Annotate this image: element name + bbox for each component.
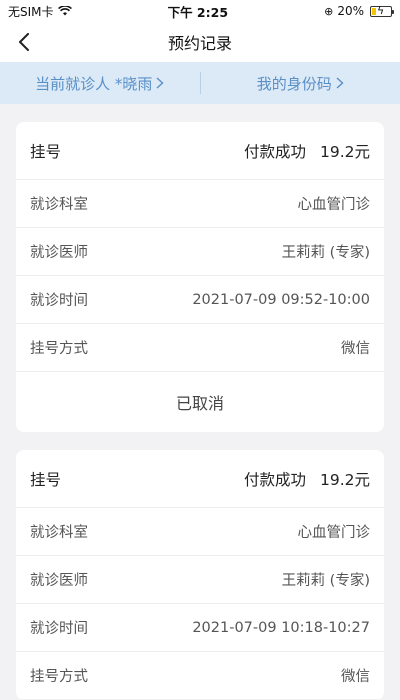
row-value: 2021-07-09 09:52-10:00 bbox=[192, 291, 370, 308]
row-label: 就诊科室 bbox=[30, 525, 88, 541]
chevron-right-icon bbox=[336, 77, 344, 89]
row-label: 就诊科室 bbox=[30, 197, 88, 213]
appointment-list: 挂号 付款成功 19.2元 就诊科室 心血管门诊 就诊医师 王莉莉 (专家) 就… bbox=[0, 122, 400, 700]
detail-row-method: 挂号方式 微信 bbox=[16, 652, 384, 700]
back-button[interactable] bbox=[12, 30, 36, 54]
row-label: 就诊医师 bbox=[30, 245, 88, 261]
detail-row-doctor: 就诊医师 王莉莉 (专家) bbox=[16, 556, 384, 604]
appointment-card[interactable]: 挂号 付款成功 19.2元 就诊科室 心血管门诊 就诊医师 王莉莉 (专家) 就… bbox=[16, 122, 384, 432]
my-id-code-button[interactable]: 我的身份码 bbox=[201, 62, 400, 104]
row-value: 心血管门诊 bbox=[297, 525, 371, 541]
appointment-type: 挂号 bbox=[30, 142, 62, 161]
status-left: 无SIM卡 bbox=[8, 3, 72, 20]
detail-row-method: 挂号方式 微信 bbox=[16, 324, 384, 372]
row-value: 王莉莉 (专家) bbox=[281, 573, 370, 589]
status-right: ⊕ 20% ϟ bbox=[324, 4, 394, 18]
chevron-right-icon bbox=[156, 77, 164, 89]
payment-status: 付款成功 19.2元 bbox=[244, 140, 370, 162]
card-header: 挂号 付款成功 19.2元 bbox=[16, 122, 384, 180]
current-patient-label: 当前就诊人 *晓雨 bbox=[35, 74, 153, 93]
my-id-code-label: 我的身份码 bbox=[256, 74, 332, 93]
chevron-left-icon bbox=[19, 33, 29, 51]
status-bar: 无SIM卡 下午 2:25 ⊕ 20% ϟ bbox=[0, 0, 400, 22]
detail-row-doctor: 就诊医师 王莉莉 (专家) bbox=[16, 228, 384, 276]
payment-status: 付款成功 19.2元 bbox=[244, 468, 370, 490]
row-value: 心血管门诊 bbox=[297, 197, 371, 213]
nav-bar: 预约记录 bbox=[0, 22, 400, 62]
row-value: 微信 bbox=[341, 669, 370, 685]
row-label: 挂号方式 bbox=[30, 669, 88, 685]
battery-icon: ϟ bbox=[369, 4, 394, 17]
detail-row-time: 就诊时间 2021-07-09 10:18-10:27 bbox=[16, 604, 384, 652]
carrier-text: 无SIM卡 bbox=[8, 4, 54, 19]
status-text: 付款成功 bbox=[243, 142, 306, 161]
row-value: 微信 bbox=[341, 341, 370, 357]
appointment-type: 挂号 bbox=[30, 470, 62, 489]
row-value: 2021-07-09 10:18-10:27 bbox=[192, 619, 370, 636]
status-text: 付款成功 bbox=[243, 470, 306, 489]
row-label: 就诊医师 bbox=[30, 573, 88, 589]
battery-percent: 20% bbox=[337, 4, 364, 18]
detail-row-department: 就诊科室 心血管门诊 bbox=[16, 508, 384, 556]
row-value: 王莉莉 (专家) bbox=[281, 245, 370, 261]
status-time: 下午 2:25 bbox=[167, 4, 229, 20]
orientation-lock-icon: ⊕ bbox=[324, 4, 334, 18]
current-patient-button[interactable]: 当前就诊人 *晓雨 bbox=[0, 62, 200, 104]
card-header: 挂号 付款成功 19.2元 bbox=[16, 450, 384, 508]
wifi-icon bbox=[57, 6, 72, 16]
row-label: 挂号方式 bbox=[30, 341, 88, 357]
row-label: 就诊时间 bbox=[30, 293, 88, 309]
amount-text: 19.2元 bbox=[319, 142, 370, 161]
page-title: 预约记录 bbox=[167, 34, 232, 53]
row-label: 就诊时间 bbox=[30, 621, 88, 637]
patient-bar: 当前就诊人 *晓雨 我的身份码 bbox=[0, 62, 400, 104]
cancelled-status: 已取消 bbox=[175, 394, 224, 413]
detail-row-time: 就诊时间 2021-07-09 09:52-10:00 bbox=[16, 276, 384, 324]
detail-row-department: 就诊科室 心血管门诊 bbox=[16, 180, 384, 228]
amount-text: 19.2元 bbox=[319, 470, 370, 489]
appointment-card[interactable]: 挂号 付款成功 19.2元 就诊科室 心血管门诊 就诊医师 王莉莉 (专家) 就… bbox=[16, 450, 384, 700]
